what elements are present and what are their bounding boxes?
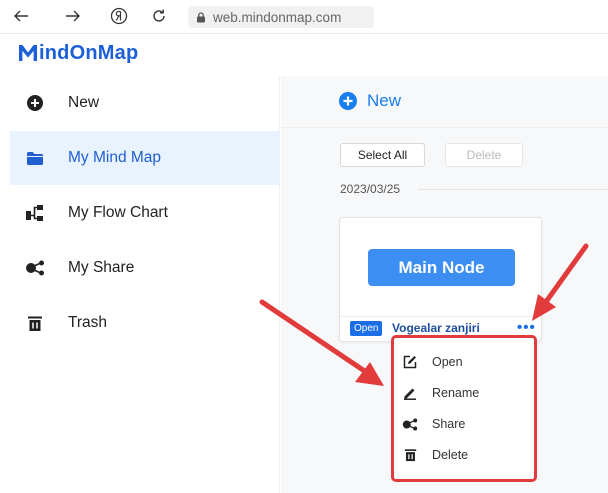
date-group-label: 2023/03/25 bbox=[340, 182, 401, 196]
new-button-label: New bbox=[367, 91, 402, 110]
yandex-icon[interactable] bbox=[110, 7, 128, 25]
sidebar-item-label: My Flow Chart bbox=[68, 204, 168, 221]
main-node-preview: Main Node bbox=[368, 249, 515, 286]
menu-item-label: Open bbox=[432, 355, 463, 369]
browser-toolbar: web.mindonmap.com bbox=[0, 0, 608, 34]
lock-icon bbox=[197, 11, 205, 22]
card-title[interactable]: Vogealar zanjiri bbox=[392, 321, 480, 335]
menu-item-label: Delete bbox=[432, 448, 469, 462]
reload-icon[interactable] bbox=[150, 7, 168, 25]
folder-icon bbox=[25, 148, 45, 168]
address-url: web.mindonmap.com bbox=[213, 9, 342, 25]
select-all-button[interactable]: Select All bbox=[340, 143, 425, 167]
pencil-icon bbox=[402, 385, 418, 401]
plus-circle-icon bbox=[25, 93, 45, 113]
sidebar-item-new[interactable]: New bbox=[10, 76, 280, 130]
menu-item-open[interactable]: Open bbox=[402, 348, 528, 376]
card-thumbnail[interactable]: Main Node bbox=[340, 218, 541, 316]
forward-arrow-icon[interactable] bbox=[64, 7, 82, 25]
sidebar-item-trash[interactable]: Trash bbox=[10, 296, 280, 350]
open-badge[interactable]: Open bbox=[350, 321, 383, 336]
sidebar-item-my-mind-map[interactable]: My Mind Map bbox=[10, 131, 280, 185]
flowchart-icon bbox=[25, 203, 45, 223]
menu-item-label: Share bbox=[432, 417, 466, 431]
share-icon bbox=[25, 258, 45, 278]
menu-item-label: Rename bbox=[432, 386, 480, 400]
main-header bbox=[281, 76, 608, 128]
delete-button[interactable]: Delete bbox=[445, 143, 523, 167]
address-bar[interactable]: web.mindonmap.com bbox=[188, 6, 374, 28]
logo-m-icon bbox=[19, 45, 37, 61]
logo-text: indOnMap bbox=[39, 41, 139, 64]
sidebar-item-my-flow-chart[interactable]: My Flow Chart bbox=[10, 186, 280, 240]
date-divider bbox=[418, 189, 608, 190]
edit-icon bbox=[402, 354, 418, 370]
sidebar-item-my-share[interactable]: My Share bbox=[10, 241, 280, 295]
sidebar-item-label: My Share bbox=[68, 259, 135, 276]
menu-item-delete[interactable]: Delete bbox=[402, 441, 528, 469]
mind-map-card[interactable]: Main Node Open Vogealar zanjiri ••• bbox=[339, 217, 542, 342]
new-button[interactable]: New bbox=[338, 91, 401, 111]
menu-item-rename[interactable]: Rename bbox=[402, 379, 528, 407]
menu-item-share[interactable]: Share bbox=[402, 410, 528, 438]
sidebar-item-label: My Mind Map bbox=[68, 149, 162, 166]
app-logo[interactable]: indOnMap bbox=[18, 40, 138, 66]
sidebar-item-label: New bbox=[68, 94, 100, 111]
trash-icon bbox=[402, 447, 418, 463]
sidebar-item-label: Trash bbox=[68, 314, 108, 331]
plus-circle-icon bbox=[339, 92, 357, 110]
more-options-icon[interactable]: ••• bbox=[517, 320, 536, 335]
trash-icon bbox=[25, 313, 45, 333]
back-arrow-icon[interactable] bbox=[12, 7, 30, 25]
context-menu: Open Rename Share Delete bbox=[391, 335, 537, 482]
share-icon bbox=[402, 416, 418, 432]
